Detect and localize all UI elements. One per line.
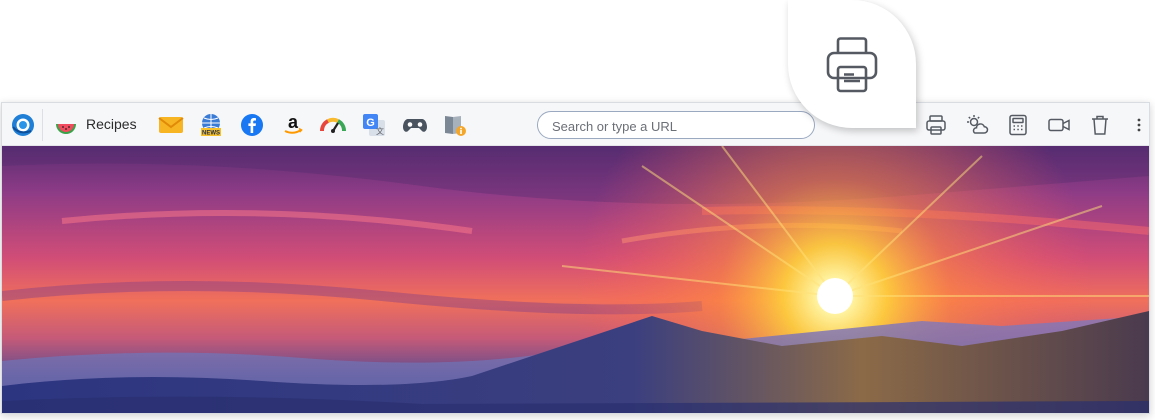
speedometer-icon[interactable]	[320, 112, 346, 138]
translate-icon[interactable]: G 文	[361, 112, 387, 138]
printer-icon[interactable]	[923, 112, 949, 138]
browser-logo-icon[interactable]	[10, 112, 36, 138]
toolbar-divider	[42, 109, 43, 141]
search-box[interactable]	[537, 111, 815, 140]
facebook-icon[interactable]	[239, 112, 265, 138]
amazon-icon[interactable]: a	[280, 112, 306, 138]
news-icon[interactable]: NEWS	[198, 112, 224, 138]
bookmarks-toolbar: Recipes NEWS a G 文 Search or type a URL	[2, 103, 1149, 146]
mail-icon[interactable]	[158, 112, 184, 138]
sunset-scene	[2, 145, 1149, 413]
printer-callout	[788, 0, 916, 128]
news-badge-text: NEWS	[202, 131, 220, 137]
video-camera-icon[interactable]	[1046, 112, 1072, 138]
gamepad-icon[interactable]	[402, 112, 428, 138]
bookmark-recipes-label[interactable]: Recipes	[86, 116, 137, 132]
search-input[interactable]	[550, 112, 804, 140]
watermelon-icon[interactable]	[53, 112, 79, 138]
printer-icon-large	[826, 37, 878, 93]
svg-text:a: a	[288, 113, 299, 132]
weather-icon[interactable]	[964, 112, 990, 138]
browser-window: Recipes NEWS a G 文 Search or type a URL	[1, 102, 1150, 414]
trash-icon[interactable]	[1087, 112, 1113, 138]
book-info-icon[interactable]	[442, 112, 468, 138]
svg-text:文: 文	[376, 126, 384, 136]
calculator-icon[interactable]	[1005, 112, 1031, 138]
more-menu-icon[interactable]	[1126, 112, 1149, 138]
wallpaper-sunset-image	[2, 145, 1149, 413]
svg-text:G: G	[366, 117, 375, 129]
